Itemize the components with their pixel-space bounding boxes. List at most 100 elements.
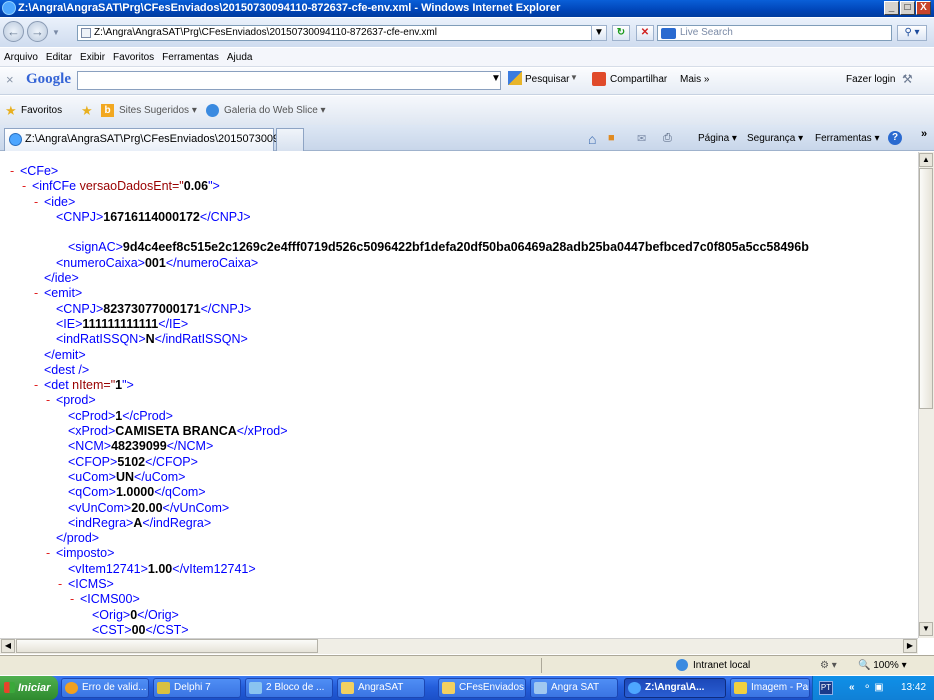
collapse-toggle[interactable]: -	[34, 286, 44, 301]
feeds-icon[interactable]: ■	[608, 132, 615, 144]
scroll-down-arrow[interactable]: ▼	[919, 622, 933, 636]
pesquisar-button[interactable]: Pesquisar	[525, 74, 569, 85]
menu-exibir[interactable]: Exibir	[76, 48, 109, 67]
xml-open-tag: <prod>	[56, 393, 96, 408]
menu-arquivo[interactable]: Arquivo	[0, 48, 42, 67]
scroll-up-arrow[interactable]: ▲	[919, 153, 933, 167]
collapse-toggle[interactable]: -	[22, 179, 32, 194]
taskbar-item-label: CFesEnviados	[459, 682, 525, 693]
collapse-toggle[interactable]: -	[10, 164, 20, 179]
taskbar-item-angrasat-folder[interactable]: AngraSAT	[337, 678, 425, 698]
xml-line: - <emit>	[0, 286, 918, 301]
start-button[interactable]: Iniciar	[0, 676, 58, 700]
taskbar-item-ie-active[interactable]: Z:\Angra\A...	[624, 678, 726, 698]
address-bar-input[interactable]: Z:\Angra\AngraSAT\Prg\CFesEnviados\20150…	[77, 25, 607, 41]
xml-line: <Orig>0</Orig>	[0, 608, 918, 623]
collapse-toggle[interactable]: -	[58, 577, 68, 592]
maximize-button[interactable]: □	[900, 1, 915, 15]
new-tab-button[interactable]	[276, 128, 304, 151]
help-icon[interactable]: ?	[888, 131, 902, 145]
pagina-menu[interactable]: Página ▾	[698, 133, 737, 144]
window-title-bar[interactable]: Z:\Angra\AngraSAT\Prg\CFesEnviados\20150…	[0, 0, 934, 17]
xml-attribute-end: ">	[208, 179, 220, 194]
xml-value: UN	[115, 469, 135, 484]
vertical-scroll-thumb[interactable]	[919, 168, 933, 409]
xml-content[interactable]: - <CFe> - <infCFe versaoDadosEnt="0.06"> - <i…	[0, 152, 918, 638]
scroll-right-arrow[interactable]: ▶	[903, 639, 917, 653]
start-label: Iniciar	[18, 682, 51, 694]
firefox-icon	[65, 682, 78, 694]
xml-open-tag: <uCom>	[68, 469, 116, 484]
taskbar-item-paint[interactable]: Imagem - Paint	[730, 678, 810, 698]
protected-mode-icon[interactable]: ⚙ ▾	[820, 656, 837, 675]
taskbar-item-cfesenviados[interactable]: CFesEnviados	[438, 678, 526, 698]
minimize-button[interactable]: _	[884, 1, 899, 15]
xml-line: - <prod>	[0, 393, 918, 408]
xml-close-tag: </qCom>	[154, 485, 206, 500]
tab-current[interactable]: Z:\Angra\AngraSAT\Prg\CFesEnviados\20150…	[4, 128, 294, 151]
refresh-button[interactable]: ↻	[612, 25, 630, 41]
paint-icon	[734, 682, 747, 694]
wrench-icon[interactable]: ⚒	[902, 72, 913, 86]
xml-close-tag: </numeroCaixa>	[165, 255, 259, 270]
menu-ferramentas[interactable]: Ferramentas	[158, 48, 223, 67]
galeria-web-slice-link[interactable]: Galeria do Web Slice ▾	[224, 105, 326, 116]
xml-line: <uCom>UN</uCom>	[0, 470, 918, 485]
collapse-toggle[interactable]: -	[46, 546, 56, 561]
seguranca-menu[interactable]: Segurança ▾	[747, 133, 803, 144]
xml-value: 1.00	[147, 561, 173, 576]
collapse-toggle[interactable]: -	[70, 592, 80, 607]
zoom-level[interactable]: 🔍 100% ▾	[858, 656, 907, 675]
sites-sugeridos-link[interactable]: Sites Sugeridos ▾	[119, 105, 197, 116]
language-indicator[interactable]: PT	[819, 681, 833, 695]
folder-icon	[442, 682, 455, 694]
taskbar-item-delphi[interactable]: Delphi 7	[153, 678, 241, 698]
pesquisar-dropdown-icon[interactable]: ▼	[570, 73, 578, 82]
compartilhar-button[interactable]: Compartilhar	[610, 74, 667, 85]
taskbar-item-angra-sat[interactable]: Angra SAT	[530, 678, 618, 698]
menu-ajuda[interactable]: Ajuda	[223, 48, 257, 67]
close-window-button[interactable]: X	[916, 1, 931, 15]
collapse-toggle[interactable]: -	[46, 393, 56, 408]
tray-expand-icon[interactable]: «	[849, 676, 855, 700]
windows-logo-icon	[4, 682, 15, 693]
xml-close-tag: </Orig>	[137, 607, 179, 622]
ferramentas-menu[interactable]: Ferramentas ▾	[815, 133, 879, 144]
fazer-login-link[interactable]: Fazer login	[846, 74, 895, 85]
stop-button[interactable]: ✕	[636, 25, 654, 41]
address-dropdown-button[interactable]: ▼	[591, 25, 607, 41]
xml-open-tag: <IE>	[56, 316, 83, 331]
favoritos-button[interactable]: Favoritos	[21, 105, 62, 116]
menu-favoritos[interactable]: Favoritos	[109, 48, 158, 67]
search-button[interactable]: ⚲ ▾	[897, 25, 927, 41]
collapse-toggle[interactable]: -	[34, 195, 44, 210]
print-icon[interactable]: ⎙	[663, 132, 672, 145]
chevron-more-icon[interactable]: »	[921, 128, 927, 140]
live-search-logo-icon	[661, 28, 676, 39]
xml-line: <qCom>1.0000</qCom>	[0, 485, 918, 500]
xml-line: <signAC>9d4c4eef8c515e2c1269c2e4fff0719d…	[0, 240, 918, 255]
xml-line: - <CFe>	[0, 164, 918, 179]
google-search-dropdown[interactable]: ▼	[490, 72, 502, 88]
live-search-input[interactable]: Live Search	[657, 25, 892, 41]
history-dropdown-icon[interactable]: ▼	[52, 28, 60, 37]
mail-icon[interactable]: ✉	[637, 132, 646, 145]
tray-icons[interactable]: ⚬ ▣	[863, 676, 884, 700]
mais-button[interactable]: Mais »	[680, 74, 709, 85]
home-icon[interactable]: ⌂	[588, 131, 596, 147]
forward-button[interactable]: →	[27, 21, 48, 42]
menu-bar: Arquivo Editar Exibir Favoritos Ferramentas A…	[0, 48, 934, 67]
close-toolbar-icon[interactable]: ×	[6, 72, 14, 87]
collapse-toggle[interactable]: -	[34, 378, 44, 393]
xml-open-tag: <qCom>	[68, 485, 116, 500]
add-favorite-icon[interactable]: ★	[81, 103, 93, 119]
scroll-left-arrow[interactable]: ◀	[1, 639, 15, 653]
compartilhar-icon	[592, 72, 606, 86]
taskbar-item-erro[interactable]: Erro de valid...	[61, 678, 149, 698]
menu-editar[interactable]: Editar	[42, 48, 76, 67]
xml-open-tag: <dest />	[44, 362, 90, 377]
taskbar-item-bloco[interactable]: 2 Bloco de ...	[245, 678, 333, 698]
horizontal-scroll-thumb[interactable]	[16, 639, 318, 653]
google-search-input[interactable]	[77, 71, 501, 90]
back-button[interactable]: ←	[3, 21, 24, 42]
